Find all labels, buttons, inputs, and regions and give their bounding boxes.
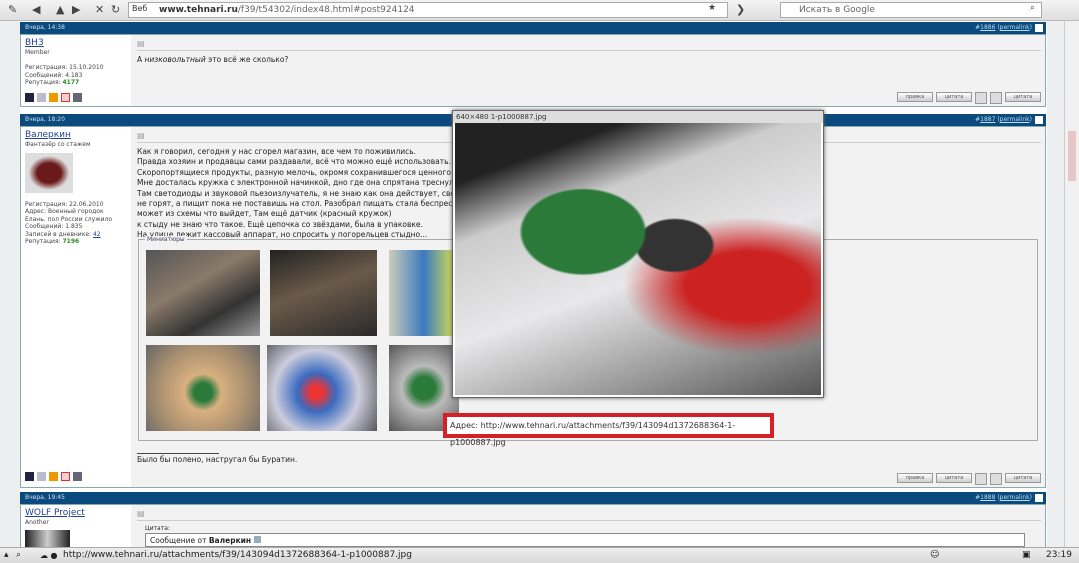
quote-label: Цитата: xyxy=(145,525,170,532)
user-icons xyxy=(25,472,82,481)
select-checkbox[interactable] xyxy=(1035,24,1043,32)
back-icon[interactable]: ◀ xyxy=(32,3,40,16)
thumbnail[interactable] xyxy=(267,345,377,431)
scrollbar-thumb[interactable] xyxy=(1068,131,1076,181)
signature: Было бы полено, настругал бы Буратин. xyxy=(137,455,298,464)
reg-date: Регистрация: 22.06.2010 xyxy=(25,200,104,208)
post-icon: ▤ xyxy=(137,509,1041,521)
reload-icon[interactable]: ↻ xyxy=(111,3,120,16)
view-post-icon[interactable] xyxy=(253,536,261,543)
reg-date: Регистрация: 15.10.2010 xyxy=(25,64,104,71)
stop-icon[interactable]: ✕ xyxy=(95,3,104,16)
permalink[interactable]: permalink xyxy=(1000,24,1030,31)
diary-icon[interactable] xyxy=(49,93,58,102)
post-header: Вчера, 14:38 #1886 (permalink) xyxy=(20,22,1046,34)
post: WOLF Project Another ▤ Цитата: Сообщение… xyxy=(20,504,1046,550)
pin-icon[interactable]: ✎ xyxy=(8,3,17,16)
signature-divider xyxy=(137,453,219,454)
search-input[interactable]: Искать в Google xyxy=(780,2,1042,18)
username-link[interactable]: ВН3 xyxy=(25,38,127,49)
address: Адрес: Военный городок xyxy=(25,208,104,215)
post-message: ▤ Цитата: Сообщение от Валеркин xyxy=(133,505,1045,551)
address-cont: Елань. пол России служило xyxy=(25,215,112,223)
bookmark-star-icon[interactable]: ★ xyxy=(708,3,716,13)
user-rank: Фантазёр со стажем xyxy=(25,141,91,148)
pm-icon[interactable] xyxy=(73,93,82,102)
warning-icon[interactable] xyxy=(61,93,70,102)
permalink[interactable]: permalink xyxy=(1000,116,1030,123)
reputation: Репутация: 4177 xyxy=(25,79,80,86)
quote-box: Сообщение от Валеркин xyxy=(145,533,1025,547)
diary-icon[interactable] xyxy=(49,472,58,481)
status-url: http://www.tehnari.ru/attachments/f39/14… xyxy=(63,550,412,560)
tray-icon: ▣ xyxy=(1022,550,1031,560)
thumbnail[interactable] xyxy=(389,250,459,336)
edit-button[interactable]: правка xyxy=(897,473,933,483)
quick-edit-icon[interactable] xyxy=(990,473,1002,485)
user-rank: Another xyxy=(25,519,49,526)
image-preview-popup: 640×480 1-p1000887.jpg xyxy=(452,110,824,398)
quote-button[interactable]: цитата xyxy=(936,92,972,102)
thumbnails-legend: Миниатюры xyxy=(145,236,187,243)
reputation: Репутация: 7196 xyxy=(25,238,80,245)
post-number-link[interactable]: 1888 xyxy=(980,494,995,501)
pm-icon[interactable] xyxy=(73,472,82,481)
edit-button[interactable]: правка xyxy=(897,92,933,102)
user-info: WOLF Project Another xyxy=(21,505,131,550)
diary-count: Записей в дневнике: 42 xyxy=(25,230,101,238)
profile-icon[interactable] xyxy=(25,472,34,481)
post-number-link[interactable]: 1887 xyxy=(980,116,995,123)
clock: 23:19 xyxy=(1046,550,1072,560)
scroll-up-icon[interactable]: ▴ xyxy=(4,548,9,563)
go-icon[interactable]: ❯ xyxy=(736,3,745,16)
preview-image xyxy=(455,123,821,395)
search-icon[interactable]: ⌕ xyxy=(1030,3,1035,13)
post-count: Сообщений: 1.835 xyxy=(25,223,83,230)
address-bar[interactable]: www.tehnari.ru/f39/t54302/index48.html#p… xyxy=(128,2,728,18)
security-icon: ☁ ● xyxy=(40,551,58,560)
select-checkbox[interactable] xyxy=(1035,494,1043,502)
smiley-icon[interactable]: ☺ xyxy=(930,548,939,563)
quote-reply-button[interactable]: цитата xyxy=(1005,473,1041,483)
user-icons xyxy=(25,93,82,102)
post-header: Вчера, 19:45 #1888 (permalink) xyxy=(20,492,1046,504)
thumbnail[interactable] xyxy=(146,250,260,336)
post-number-link[interactable]: 1886 xyxy=(980,24,995,31)
quote-reply-button[interactable]: цитата xyxy=(1005,92,1041,102)
select-checkbox[interactable] xyxy=(1035,116,1043,124)
web-icon[interactable] xyxy=(37,93,46,102)
post-count: Сообщений: 4.183 xyxy=(25,71,83,79)
quote-button[interactable]: цитата xyxy=(936,473,972,483)
home-icon[interactable]: ▲ xyxy=(56,3,64,16)
warning-icon[interactable] xyxy=(61,472,70,481)
permalink[interactable]: permalink xyxy=(1000,494,1030,501)
quick-edit-icon[interactable] xyxy=(990,92,1002,104)
zoom-icon[interactable]: ⌕ xyxy=(16,548,21,563)
web-icon[interactable] xyxy=(37,472,46,481)
scrollbar[interactable] xyxy=(1064,21,1079,547)
user-info: Валеркин Фантазёр со стажем Регистрация:… xyxy=(21,127,131,487)
post-icon: ▤ xyxy=(137,39,1041,51)
multiquote-icon[interactable] xyxy=(975,92,987,104)
preview-caption: 640×480 1-p1000887.jpg xyxy=(453,111,823,123)
image-address-highlight: Адрес: http://www.tehnari.ru/attachments… xyxy=(443,413,774,447)
username-link[interactable]: WOLF Project xyxy=(25,508,127,519)
user-rank: Member xyxy=(25,49,50,56)
profile-icon[interactable] xyxy=(25,93,34,102)
thumbnail[interactable] xyxy=(270,250,377,336)
post-message: ▤ А низковольтный это всё же сколько? xyxy=(133,35,1045,69)
post: ВН3 Member Регистрация: 15.10.2010 Сообщ… xyxy=(20,34,1046,107)
forward-icon[interactable]: ▶ xyxy=(72,3,80,16)
multiquote-icon[interactable] xyxy=(975,473,987,485)
status-bar: ▴ ⌕ ☁ ● http://www.tehnari.ru/attachment… xyxy=(0,547,1079,563)
avatar xyxy=(25,152,73,193)
thumbnail[interactable] xyxy=(146,345,260,431)
site-badge: Веб xyxy=(132,4,148,13)
browser-toolbar: ✎ ◀ ▲ ▶ ✕ ↻ www.tehnari.ru/f39/t54302/in… xyxy=(0,0,1079,21)
username-link[interactable]: Валеркин xyxy=(25,130,127,141)
